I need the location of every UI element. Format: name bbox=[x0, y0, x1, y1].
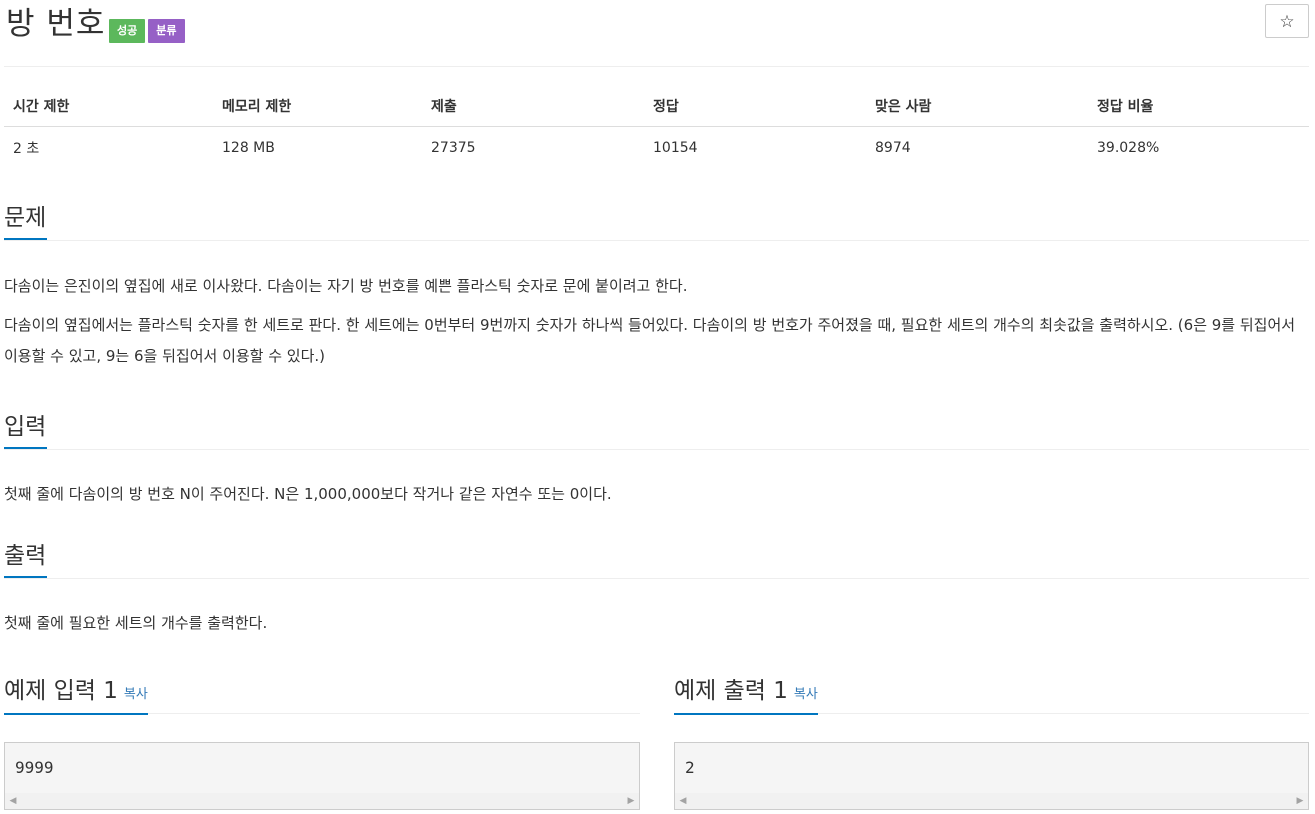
scroll-right-arrow-icon[interactable]: ▶ bbox=[1292, 793, 1308, 809]
sample-output-section: 예제 출력 1 복사 2 ◀ ▶ bbox=[674, 672, 1309, 810]
sample-output-content: 2 bbox=[685, 758, 695, 777]
copy-sample-input-button[interactable]: 복사 bbox=[124, 687, 148, 702]
scroll-left-arrow-icon[interactable]: ◀ bbox=[5, 793, 21, 809]
status-badge-success: 성공 bbox=[109, 19, 146, 43]
sample-input-section: 예제 입력 1 복사 9999 ◀ ▶ bbox=[4, 672, 640, 810]
sample-output-heading: 예제 출력 1 복사 bbox=[674, 672, 818, 715]
sample-output-title: 예제 출력 1 bbox=[674, 678, 788, 704]
input-section-header: 입력 bbox=[4, 409, 1309, 450]
value-submissions: 27375 bbox=[431, 140, 476, 156]
value-accepted: 10154 bbox=[653, 140, 698, 156]
output-paragraph: 첫째 줄에 필요한 세트의 개수를 출력한다. bbox=[4, 614, 268, 632]
favorite-star-button[interactable]: ☆ bbox=[1265, 4, 1309, 38]
badge-group: 성공 분류 bbox=[109, 19, 185, 43]
page-title: 방 번호 bbox=[6, 6, 106, 42]
value-accept-ratio: 39.028% bbox=[1097, 140, 1160, 156]
scroll-right-arrow-icon[interactable]: ▶ bbox=[623, 793, 639, 809]
problem-paragraph: 다솜이의 옆집에서는 플라스틱 숫자를 한 세트로 판다. 한 세트에는 0번부… bbox=[4, 316, 1296, 365]
star-icon: ☆ bbox=[1279, 12, 1295, 32]
problem-section-title: 문제 bbox=[4, 200, 48, 240]
sample-input-content: 9999 bbox=[15, 758, 54, 777]
header-submissions: 제출 bbox=[422, 86, 644, 127]
title-row: 방 번호 성공 분류 ☆ bbox=[4, 0, 1309, 67]
header-time-limit: 시간 제한 bbox=[4, 86, 213, 127]
problem-paragraph: 다솜이는 은진이의 옆집에 새로 이사왔다. 다솜이는 자기 방 번호를 예쁜 … bbox=[4, 277, 688, 295]
copy-sample-output-button[interactable]: 복사 bbox=[794, 687, 818, 702]
header-accepted: 정답 bbox=[644, 86, 866, 127]
value-solved-users: 8974 bbox=[875, 140, 911, 156]
output-section-body: 첫째 줄에 필요한 세트의 개수를 출력한다. bbox=[4, 579, 1309, 639]
input-paragraph: 첫째 줄에 다솜이의 방 번호 N이 주어진다. N은 1,000,000보다 … bbox=[4, 485, 612, 503]
header-memory-limit: 메모리 제한 bbox=[213, 86, 422, 127]
sample-output-header: 예제 출력 1 복사 bbox=[674, 672, 1309, 715]
output-section-header: 출력 bbox=[4, 538, 1309, 579]
info-table-row: 2 초 128 MB 27375 10154 8974 39.028% bbox=[4, 127, 1309, 170]
category-badge[interactable]: 분류 bbox=[148, 19, 185, 43]
horizontal-scrollbar[interactable]: ◀ ▶ bbox=[675, 793, 1308, 809]
value-memory-limit: 128 MB bbox=[222, 140, 275, 156]
horizontal-scrollbar[interactable]: ◀ ▶ bbox=[5, 793, 639, 809]
output-section: 출력 첫째 줄에 필요한 세트의 개수를 출력한다. bbox=[4, 538, 1309, 639]
sample-output-code-box[interactable]: 2 ◀ ▶ bbox=[674, 742, 1309, 810]
problem-info-table: 시간 제한 메모리 제한 제출 정답 맞은 사람 정답 비율 2 초 128 M… bbox=[4, 86, 1309, 169]
value-time-limit: 2 초 bbox=[13, 141, 40, 157]
sample-input-code-box[interactable]: 9999 ◀ ▶ bbox=[4, 742, 640, 810]
sample-input-title: 예제 입력 1 bbox=[4, 678, 118, 704]
problem-section-header: 문제 bbox=[4, 200, 1309, 241]
sample-input-heading: 예제 입력 1 복사 bbox=[4, 672, 148, 715]
header-accept-ratio: 정답 비율 bbox=[1088, 86, 1309, 127]
problem-section-body: 다솜이는 은진이의 옆집에 새로 이사왔다. 다솜이는 자기 방 번호를 예쁜 … bbox=[4, 241, 1309, 372]
input-section-body: 첫째 줄에 다솜이의 방 번호 N이 주어진다. N은 1,000,000보다 … bbox=[4, 450, 1309, 510]
output-section-title: 출력 bbox=[4, 538, 48, 578]
header-solved-users: 맞은 사람 bbox=[866, 86, 1088, 127]
input-section: 입력 첫째 줄에 다솜이의 방 번호 N이 주어진다. N은 1,000,000… bbox=[4, 409, 1309, 510]
sample-input-header: 예제 입력 1 복사 bbox=[4, 672, 640, 715]
input-section-title: 입력 bbox=[4, 409, 48, 449]
scroll-left-arrow-icon[interactable]: ◀ bbox=[675, 793, 691, 809]
problem-description-section: 문제 다솜이는 은진이의 옆집에 새로 이사왔다. 다솜이는 자기 방 번호를 … bbox=[4, 200, 1309, 372]
info-table-header-row: 시간 제한 메모리 제한 제출 정답 맞은 사람 정답 비율 bbox=[4, 86, 1309, 127]
problem-page: 방 번호 성공 분류 ☆ 시간 제한 메모리 제한 제출 정답 맞은 사람 정답… bbox=[0, 0, 1315, 814]
